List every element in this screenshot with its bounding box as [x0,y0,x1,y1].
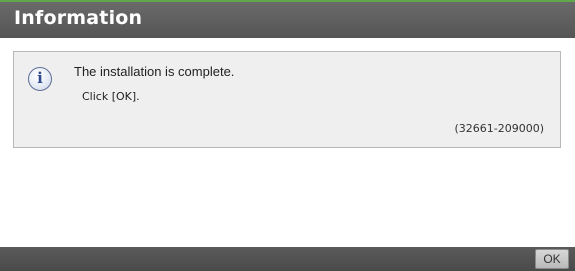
information-dialog: Information i The installation is comple… [0,0,575,271]
message-code: (32661-209000) [454,122,544,135]
dialog-title: Information [14,7,143,29]
dialog-titlebar[interactable]: Information [0,2,575,38]
message-instruction: Click [OK]. [82,90,140,103]
message-text: The installation is complete. [74,64,235,79]
message-box: i The installation is complete. Click [O… [13,51,561,148]
ok-button[interactable]: OK [535,249,569,269]
dialog-footer: OK [0,247,575,271]
info-icon: i [28,67,52,91]
